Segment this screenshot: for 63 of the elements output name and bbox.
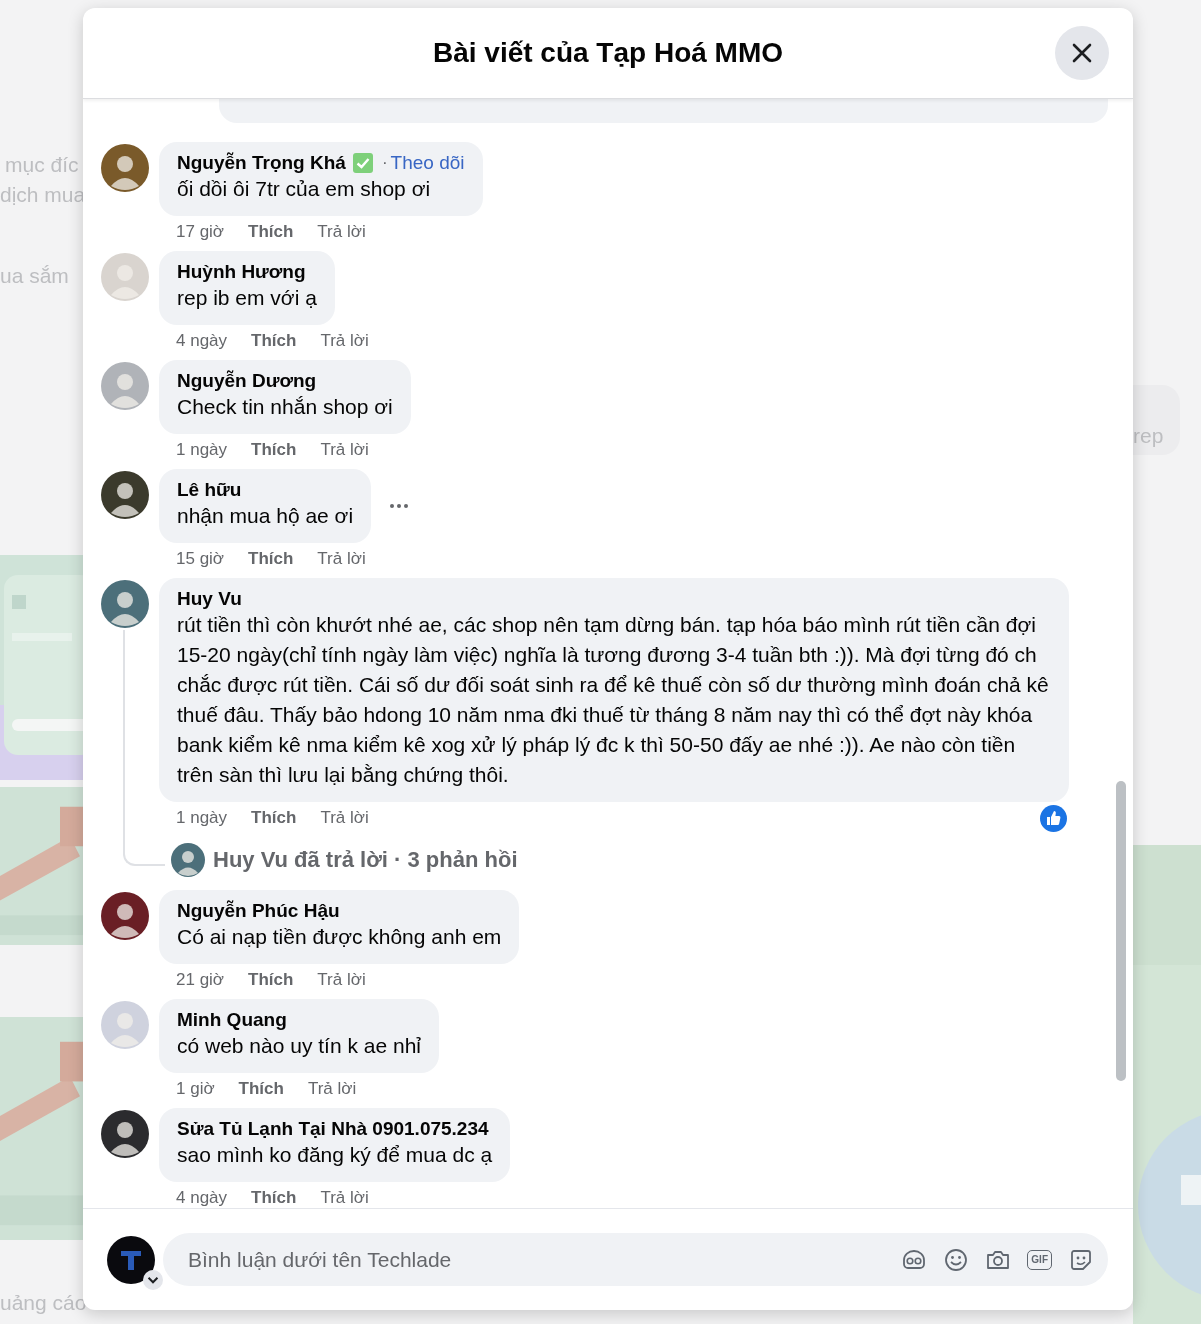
reply-link[interactable]: Trả lời: [320, 440, 369, 460]
comment-time[interactable]: 4 ngày: [176, 331, 228, 351]
avatar: [171, 843, 205, 877]
author-name[interactable]: Minh Quang: [177, 1009, 287, 1031]
comment-text: rút tiền thì còn khướt nhé ae, các shop nên tạm dừng bán. tạp hóa báo mình rút tiền cần đợi 15-20 ngày(chỉ tính ngày làm việc) nghĩa là tương đương 3-4 tuần bth :)). Mà đợi từng đó ch chắc được rút tiền. Cái số dư đối soát sinh ra để kê thuế còn số dư thường mình đoán chả kê thuế đâu. Thấy bảo hdong 10 năm nma đki thuế từ tháng 8 năm nay thì có thể đợt này khóa bank kiểm kê nma kiểm kê xog xử lý pháp lý đc k thì 50-50 đấy ae nhé :)). Ae nào còn tiền trên sàn thì lưu lại bằng chứng thôi.: [177, 612, 1050, 788]
like-link[interactable]: Thích: [251, 440, 297, 460]
reply-link[interactable]: Trả lời: [320, 1188, 369, 1208]
chevron-down-icon[interactable]: [143, 1269, 163, 1290]
avatar: [101, 1001, 149, 1049]
comment-time[interactable]: 21 giờ: [176, 970, 224, 990]
comment-text: Check tin nhắn shop ơi: [177, 394, 393, 420]
avatar: [101, 253, 149, 301]
more-icon[interactable]: [389, 503, 410, 509]
like-link[interactable]: Thích: [251, 808, 297, 828]
comment-time[interactable]: 17 giờ: [176, 222, 224, 242]
emoji-icon[interactable]: [943, 1246, 970, 1273]
reply-link[interactable]: Trả lời: [320, 331, 369, 351]
close-button[interactable]: [1055, 26, 1109, 80]
reply-link[interactable]: Trả lời: [317, 222, 366, 242]
like-link[interactable]: Thích: [248, 970, 294, 990]
comment-text: Có ai nạp tiền được không anh em: [177, 924, 502, 950]
like-link[interactable]: Thích: [238, 1079, 284, 1099]
reply-link[interactable]: Trả lời: [317, 970, 366, 990]
follow-link[interactable]: Theo dõi: [390, 152, 465, 174]
comment-time[interactable]: 15 giờ: [176, 549, 224, 569]
comment-time[interactable]: 1 giờ: [176, 1079, 215, 1099]
author-name[interactable]: Nguyễn Trọng Khá: [177, 152, 346, 174]
separator-dot: ·: [381, 153, 388, 173]
scrollbar-thumb[interactable]: [1116, 781, 1126, 1081]
reply-link[interactable]: Trả lời: [307, 1079, 357, 1099]
like-link[interactable]: Thích: [248, 222, 294, 242]
close-icon: [1071, 42, 1093, 64]
comment-text: ối dồi ôi 7tr của em shop ơi: [177, 176, 432, 202]
comment-text: rep ib em với ạ: [177, 285, 317, 311]
avatar: [101, 471, 149, 519]
avatar: [101, 144, 149, 192]
reply-link[interactable]: Trả lời: [320, 808, 369, 828]
reply-link[interactable]: Trả lời: [317, 549, 366, 569]
comment-text: có web nào uy tín k ae nhỉ: [177, 1033, 421, 1059]
avatar: [101, 580, 149, 628]
dialog-title: Bài viết của Tạp Hoá MMO: [432, 37, 784, 69]
like-reaction-icon[interactable]: [1040, 804, 1067, 832]
author-name[interactable]: Nguyễn Phúc Hậu: [177, 900, 340, 922]
comment-text: nhận mua hộ ae ơi: [177, 503, 354, 529]
comment-time[interactable]: 1 ngày: [176, 440, 228, 460]
author-name[interactable]: Nguyễn Dương: [177, 370, 317, 392]
author-name[interactable]: Huỳnh Hương: [177, 261, 306, 283]
like-link[interactable]: Thích: [248, 549, 294, 569]
avatar: [101, 1110, 149, 1158]
avatar: [101, 362, 149, 410]
comment-time[interactable]: 1 ngày: [176, 808, 228, 828]
author-name[interactable]: Sửa Tủ Lạnh Tại Nhà 0901.075.234: [177, 1118, 489, 1140]
avatar: [101, 892, 149, 940]
author-name[interactable]: Huy Vu: [177, 588, 242, 610]
gif-icon[interactable]: GIF: [1027, 1249, 1052, 1270]
like-link[interactable]: Thích: [251, 331, 297, 351]
like-link[interactable]: Thích: [251, 1188, 297, 1208]
author-name[interactable]: Lê hữu: [177, 479, 242, 501]
avatar: [107, 1235, 155, 1284]
comment-time[interactable]: 4 ngày: [176, 1188, 228, 1208]
comment-text: sao mình ko đăng ký để mua dc ạ: [177, 1142, 493, 1168]
comment-field[interactable]: Bình luận dưới tên Techlade GIF: [163, 1233, 1108, 1286]
replies-link[interactable]: Huy Vu đã trả lời · 3 phản hồi: [213, 847, 518, 873]
